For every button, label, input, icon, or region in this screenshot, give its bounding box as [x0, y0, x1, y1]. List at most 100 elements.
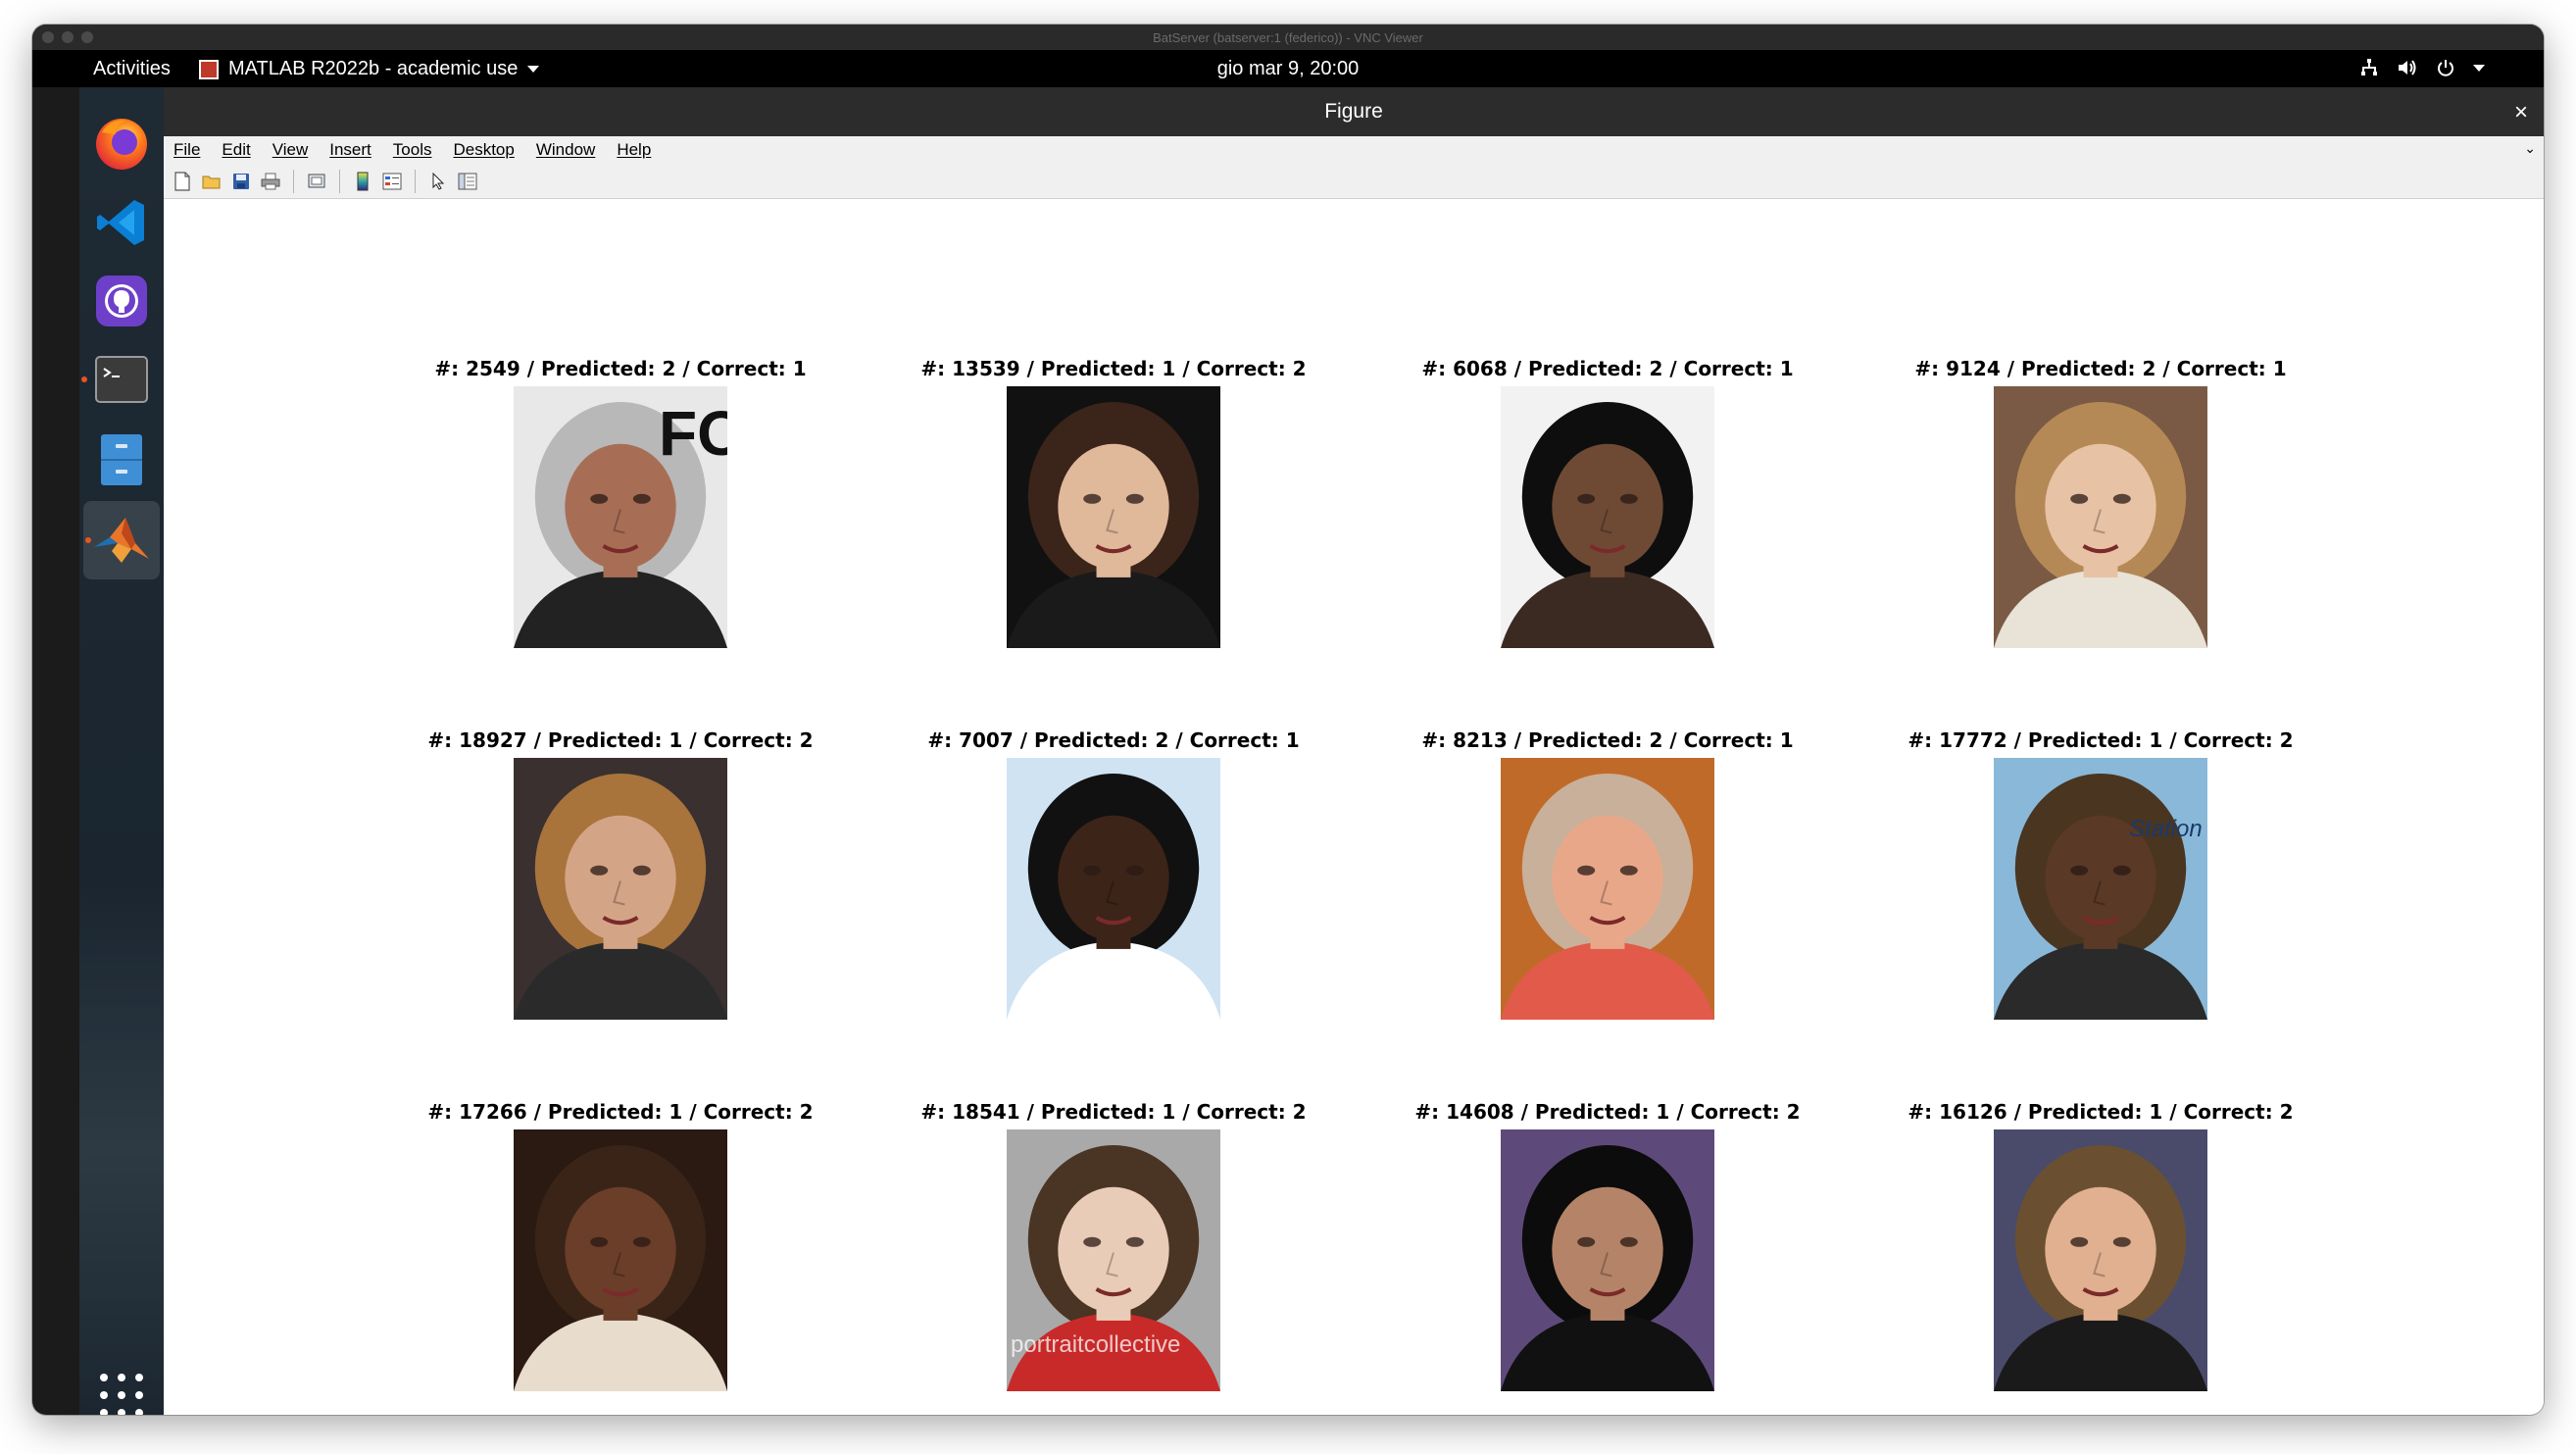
close-icon[interactable]: ×	[2514, 99, 2528, 126]
menu-insert[interactable]: Insert	[329, 140, 372, 160]
subplot-title: #: 16126 / Predicted: 1 / Correct: 2	[1907, 1100, 2294, 1124]
face-subplot[interactable]: #: 8213 / Predicted: 2 / Correct: 1	[1402, 728, 1813, 1023]
new-figure-button[interactable]	[172, 171, 193, 192]
face-image: Station	[1994, 758, 2207, 1020]
toolbar-separator	[293, 169, 294, 193]
new-file-icon	[174, 171, 190, 191]
menu-view[interactable]: View	[272, 140, 309, 160]
dock-files[interactable]	[79, 421, 164, 499]
face-subplot[interactable]: #: 7007 / Predicted: 2 / Correct: 1	[908, 728, 1319, 1023]
dock-vscode[interactable]	[79, 183, 164, 262]
property-inspector-button[interactable]	[457, 171, 478, 192]
terminal-icon	[95, 356, 148, 403]
face-subplot[interactable]: #: 14608 / Predicted: 1 / Correct: 2	[1402, 1100, 1813, 1394]
system-status[interactable]	[2359, 58, 2485, 77]
minimize-dot-icon[interactable]	[62, 31, 74, 43]
vnc-title: BatServer (batserver:1 (federico)) - VNC…	[1153, 29, 1423, 45]
menu-window[interactable]: Window	[536, 140, 595, 160]
menu-desktop[interactable]: Desktop	[453, 140, 514, 160]
figure-title: Figure	[1324, 100, 1383, 123]
dock-github[interactable]	[79, 262, 164, 340]
figure-toolbar	[164, 164, 2544, 199]
face-image: FOI	[514, 386, 727, 648]
volume-icon	[2399, 60, 2416, 75]
face-image	[514, 758, 727, 1020]
svg-text:portraitcollective: portraitcollective	[1011, 1331, 1180, 1358]
vscode-icon	[97, 200, 144, 245]
matlab-icon	[94, 518, 149, 563]
toolbar-separator	[415, 169, 416, 193]
face-subplot[interactable]: #: 2549 / Predicted: 2 / Correct: 1 FOI	[415, 357, 826, 651]
face-subplot[interactable]: #: 17772 / Predicted: 1 / Correct: 2 Sta…	[1895, 728, 2306, 1023]
menu-file[interactable]: File	[173, 140, 200, 160]
face-subplot[interactable]: #: 18541 / Predicted: 1 / Correct: 2 por…	[908, 1100, 1319, 1394]
link-plot-icon	[308, 174, 325, 187]
open-file-button[interactable]	[201, 171, 223, 192]
face-subplot[interactable]: #: 9124 / Predicted: 2 / Correct: 1	[1895, 357, 2306, 651]
save-icon	[233, 173, 249, 189]
property-inspector-icon	[458, 173, 477, 189]
face-image	[1501, 386, 1714, 648]
svg-text:FOI: FOI	[659, 398, 727, 469]
legend-button[interactable]	[381, 171, 403, 192]
save-button[interactable]	[230, 171, 252, 192]
link-plot-button[interactable]	[306, 171, 327, 192]
print-button[interactable]	[260, 171, 281, 192]
menu-help[interactable]: Help	[617, 140, 651, 160]
face-image: portraitcollective	[1007, 1129, 1220, 1391]
subplot-title: #: 13539 / Predicted: 1 / Correct: 2	[920, 357, 1307, 380]
face-image	[1994, 1129, 2207, 1391]
gnome-top-bar: Activities MATLAB R2022b - academic use …	[32, 50, 2544, 87]
power-icon	[2438, 60, 2453, 76]
svg-text:Station: Station	[2129, 816, 2203, 842]
subplot-title: #: 7007 / Predicted: 2 / Correct: 1	[927, 728, 1300, 752]
restore-toolbar-icon[interactable]: ⌄	[2524, 140, 2536, 157]
dock	[79, 87, 164, 1415]
vnc-window: BatServer (batserver:1 (federico)) - VNC…	[32, 25, 2544, 1415]
face-subplot[interactable]: #: 16126 / Predicted: 1 / Correct: 2	[1895, 1100, 2306, 1394]
subplot-title: #: 17266 / Predicted: 1 / Correct: 2	[427, 1100, 814, 1124]
plot-area: #: 2549 / Predicted: 2 / Correct: 1 FOI …	[164, 200, 2544, 1415]
apps-grid-icon	[100, 1374, 108, 1381]
dock-matlab[interactable]	[83, 501, 160, 579]
subplot-title: #: 17772 / Predicted: 1 / Correct: 2	[1907, 728, 2294, 752]
face-subplot[interactable]: #: 13539 / Predicted: 1 / Correct: 2	[908, 357, 1319, 651]
print-icon	[261, 173, 280, 189]
chevron-down-icon	[2473, 64, 2485, 72]
files-icon	[101, 434, 142, 485]
face-image	[1501, 758, 1714, 1020]
menubar: File Edit View Insert Tools Desktop Wind…	[164, 136, 2544, 164]
subplot-title: #: 6068 / Predicted: 2 / Correct: 1	[1421, 357, 1794, 380]
subplot-title: #: 9124 / Predicted: 2 / Correct: 1	[1914, 357, 2287, 380]
github-desktop-icon	[96, 276, 147, 326]
face-image	[1007, 386, 1220, 648]
face-image	[1994, 386, 2207, 648]
menu-edit[interactable]: Edit	[222, 140, 250, 160]
clock[interactable]: gio mar 9, 20:00	[32, 58, 2544, 80]
subplot-title: #: 18541 / Predicted: 1 / Correct: 2	[920, 1100, 1307, 1124]
subplot-title: #: 18927 / Predicted: 1 / Correct: 2	[427, 728, 814, 752]
face-image	[1501, 1129, 1714, 1391]
firefox-icon	[96, 119, 147, 170]
edit-plot-button[interactable]	[427, 171, 449, 192]
face-subplot[interactable]: #: 17266 / Predicted: 1 / Correct: 2	[415, 1100, 826, 1394]
show-apps-button[interactable]	[79, 1366, 164, 1415]
figure-titlebar: Figure ×	[164, 87, 2544, 136]
pointer-arrow-icon	[432, 172, 445, 190]
menu-tools[interactable]: Tools	[393, 140, 432, 160]
subplot-title: #: 8213 / Predicted: 2 / Correct: 1	[1421, 728, 1794, 752]
subplot-title: #: 2549 / Predicted: 2 / Correct: 1	[434, 357, 807, 380]
toolbar-separator	[339, 169, 340, 193]
zoom-dot-icon[interactable]	[81, 31, 93, 43]
face-image	[1007, 758, 1220, 1020]
running-indicator	[85, 537, 91, 543]
vnc-titlebar: BatServer (batserver:1 (federico)) - VNC…	[32, 25, 2544, 50]
face-subplot[interactable]: #: 6068 / Predicted: 2 / Correct: 1	[1402, 357, 1813, 651]
network-icon	[2361, 59, 2377, 75]
face-subplot[interactable]: #: 18927 / Predicted: 1 / Correct: 2	[415, 728, 826, 1023]
colorbar-button[interactable]	[352, 171, 373, 192]
window-controls[interactable]	[42, 31, 93, 43]
dock-terminal[interactable]	[79, 340, 164, 419]
dock-firefox[interactable]	[79, 103, 164, 181]
close-dot-icon[interactable]	[42, 31, 54, 43]
